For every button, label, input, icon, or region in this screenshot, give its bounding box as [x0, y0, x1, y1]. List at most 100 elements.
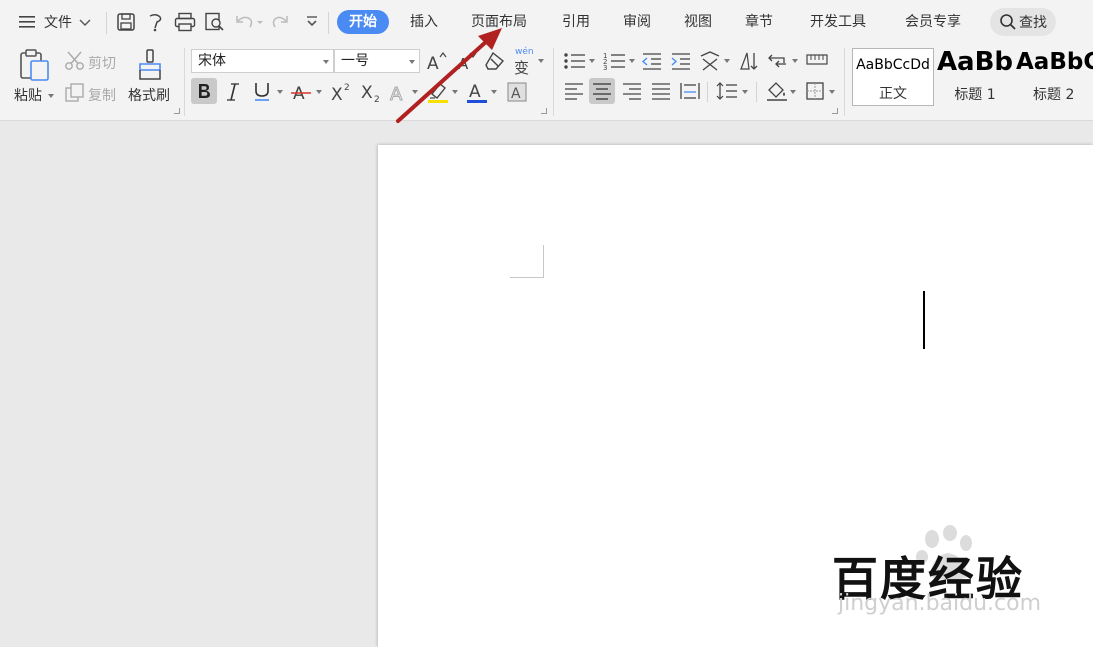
align-right-icon[interactable] [621, 82, 643, 100]
strikethrough-icon[interactable]: A [290, 81, 312, 103]
increase-indent-icon[interactable] [670, 51, 692, 71]
tab-home[interactable]: 开始 [337, 10, 389, 34]
bullets-caret[interactable] [589, 59, 595, 63]
style-normal-name: 正文 [879, 86, 907, 102]
tabs-ruler-icon[interactable] [805, 51, 829, 69]
highlight-caret[interactable] [452, 90, 458, 94]
numbering-icon[interactable]: 1 2 3 [603, 51, 627, 71]
superscript-icon[interactable]: X 2 [330, 81, 354, 103]
show-hide-marks-icon[interactable] [767, 50, 789, 72]
character-border-icon[interactable]: A [506, 81, 528, 103]
tab-review[interactable]: 审阅 [623, 10, 651, 34]
file-menu-label: 文件 [44, 15, 72, 31]
customize-toolbar-icon[interactable] [304, 15, 320, 29]
borders-icon[interactable] [805, 81, 825, 101]
clear-formatting-icon[interactable] [484, 50, 506, 72]
format-painter-quick-icon[interactable] [146, 12, 166, 32]
hamburger-icon [19, 16, 35, 28]
align-left-icon[interactable] [563, 82, 585, 100]
copy-icon[interactable] [64, 82, 86, 104]
line-spacing-icon[interactable] [716, 81, 738, 101]
divider [553, 48, 554, 116]
save-icon[interactable] [116, 12, 136, 32]
align-center-icon [593, 83, 611, 100]
font-size-caret [409, 60, 415, 64]
redo-icon[interactable] [270, 13, 290, 31]
clipboard-dialog-launcher[interactable] [174, 108, 180, 114]
copy-button[interactable]: 复制 [88, 85, 116, 105]
divider [844, 48, 845, 116]
undo-icon[interactable] [234, 13, 264, 31]
text-cursor [923, 291, 925, 349]
distributed-align-icon[interactable] [679, 81, 701, 101]
paragraph-dialog-launcher[interactable] [832, 108, 838, 114]
tab-insert[interactable]: 插入 [410, 10, 438, 34]
style-heading-1-preview: AaBb [936, 48, 1014, 77]
paste-button[interactable]: 粘贴 [14, 85, 42, 105]
show-hide-marks-caret[interactable] [792, 59, 798, 63]
style-heading-2[interactable]: AaBbC 标题 2 [1016, 48, 1093, 106]
search-label: 查找 [1019, 15, 1047, 31]
decrease-font-size-icon[interactable]: A [456, 50, 478, 72]
italic-icon[interactable] [224, 82, 242, 102]
phonetic-guide-pinyin: wén [515, 47, 534, 57]
justify-icon[interactable] [650, 82, 672, 100]
font-size-value: 一号 [341, 53, 369, 69]
phonetic-guide-button[interactable]: wén 变 [512, 47, 536, 77]
chinese-layout-icon[interactable] [698, 50, 722, 72]
format-painter-button[interactable]: 格式刷 [128, 85, 170, 105]
line-spacing-caret[interactable] [742, 90, 748, 94]
paste-icon[interactable] [18, 48, 52, 82]
font-color-caret[interactable] [491, 90, 497, 94]
top-tab-bar: 文件 开始 插入 页面布局 引用 审阅 视图 章节 开发工具 会员专享 查找 [0, 0, 1093, 44]
font-size-select[interactable]: 一号 [334, 49, 420, 73]
text-effect-icon[interactable]: A [388, 81, 410, 104]
font-name-select[interactable]: 宋体 [191, 49, 334, 73]
ribbon-home: 粘贴 剪切 复制 格式刷 宋体 一号 A A wén 变 A X 2 X 2 A… [0, 44, 1093, 121]
divider [328, 12, 329, 34]
highlight-icon[interactable] [426, 80, 450, 104]
search-button[interactable]: 查找 [990, 8, 1056, 36]
decrease-indent-icon[interactable] [641, 51, 663, 71]
print-icon[interactable] [174, 12, 196, 32]
phonetic-guide-caret[interactable] [538, 59, 544, 63]
text-effect-caret[interactable] [412, 90, 418, 94]
subscript-icon[interactable]: X 2 [360, 81, 384, 103]
style-heading-1-name: 标题 1 [954, 87, 996, 103]
style-heading-1[interactable]: AaBb 标题 1 [934, 48, 1016, 106]
print-preview-icon[interactable] [204, 12, 226, 32]
style-normal-preview: AaBbCcDd [856, 57, 930, 73]
style-normal[interactable]: AaBbCcDd 正文 [852, 48, 934, 106]
font-name-caret [323, 60, 329, 64]
document-page[interactable]: 百度经验 jingyan.baidu.com [378, 145, 1093, 647]
tab-chapter[interactable]: 章节 [745, 10, 773, 34]
bold-button[interactable] [191, 78, 217, 104]
increase-font-size-icon[interactable]: A [426, 50, 448, 72]
cut-button[interactable]: 剪切 [88, 53, 116, 73]
chinese-layout-caret[interactable] [724, 59, 730, 63]
file-menu-button[interactable]: 文件 [18, 0, 92, 44]
font-color-icon[interactable]: A [466, 80, 488, 104]
numbering-caret[interactable] [629, 59, 635, 63]
scissors-icon[interactable] [64, 50, 86, 72]
sort-icon[interactable] [738, 50, 760, 72]
bullets-icon[interactable] [563, 52, 587, 70]
svg-text:A: A [511, 86, 521, 102]
font-dialog-launcher[interactable] [541, 108, 547, 114]
underline-caret[interactable] [277, 90, 283, 94]
align-center-button[interactable] [589, 78, 615, 104]
shading-caret[interactable] [790, 90, 796, 94]
tab-page-layout[interactable]: 页面布局 [471, 10, 527, 34]
format-painter-label: 格式刷 [128, 88, 170, 104]
tab-developer[interactable]: 开发工具 [810, 10, 866, 34]
paste-dropdown-caret[interactable] [48, 94, 54, 98]
format-painter-icon[interactable] [136, 48, 164, 82]
strikethrough-caret[interactable] [316, 90, 322, 94]
tab-member[interactable]: 会员专享 [905, 10, 961, 34]
underline-icon[interactable] [252, 81, 272, 103]
phonetic-guide-glyph: 变 [514, 59, 530, 77]
shading-icon[interactable] [765, 80, 789, 102]
tab-references[interactable]: 引用 [562, 10, 590, 34]
tab-view[interactable]: 视图 [684, 10, 712, 34]
borders-caret[interactable] [829, 90, 835, 94]
